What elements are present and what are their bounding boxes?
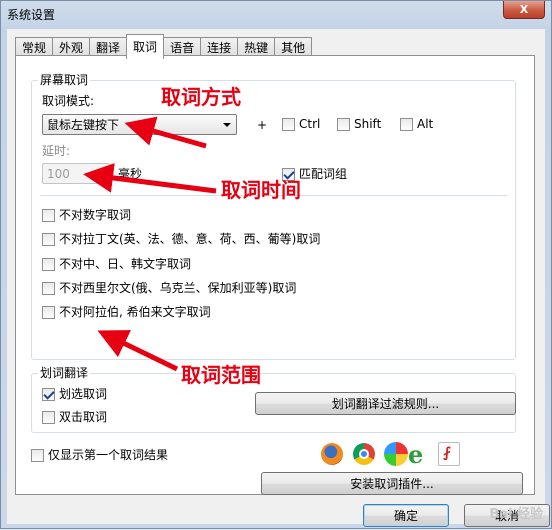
- exclude-cjk-box[interactable]: [42, 257, 55, 271]
- annotation-capture-mode: 取词方式: [161, 85, 241, 109]
- ctrl-checkbox-box[interactable]: [282, 117, 295, 131]
- chrome-icon: [353, 443, 375, 465]
- ctrl-label: Ctrl: [299, 117, 321, 131]
- first-result-only-label: 仅显示第一个取词结果: [48, 448, 169, 462]
- double-click-label: 双击取词: [59, 410, 108, 424]
- exclude-arabic-box[interactable]: [42, 305, 55, 319]
- exclude-latin-label: 不对拉丁文(英、法、德、意、荷、西、葡等)取词: [59, 232, 321, 246]
- annotation-capture-time: 取词时间: [221, 178, 301, 202]
- plus-sign: +: [257, 118, 268, 132]
- window-title: 系统设置: [7, 8, 56, 22]
- delay-unit: 毫秒: [118, 167, 143, 181]
- selection-translate-group-title: 划词翻译: [38, 366, 91, 380]
- first-result-only-box[interactable]: [31, 448, 44, 462]
- exclude-arabic-checkbox[interactable]: 不对阿拉伯, 希伯来文字取词: [42, 305, 211, 319]
- exclude-digits-label: 不对数字取词: [59, 208, 132, 222]
- exclude-digits-checkbox[interactable]: 不对数字取词: [42, 208, 131, 222]
- chevron-down-icon: [223, 123, 231, 127]
- double-click-checkbox[interactable]: 双击取词: [42, 410, 107, 424]
- shift-checkbox[interactable]: Shift: [337, 117, 381, 131]
- capture-tab-panel: 屏幕取词 取词模式: 鼠标左键按下 + Ctrl Shift Alt 延时: 1…: [15, 55, 535, 495]
- tab-bar: 常规 外观 翻译 取词 语音 连接 热键 其他: [15, 34, 313, 59]
- alt-checkbox-box[interactable]: [400, 117, 413, 131]
- first-result-only-checkbox[interactable]: 仅显示第一个取词结果: [31, 448, 168, 462]
- filter-rules-button[interactable]: 划词翻译过滤规则...: [255, 392, 516, 415]
- capture-mode-select[interactable]: 鼠标左键按下: [42, 114, 237, 135]
- title-bar: 系统设置 X: [1, 1, 551, 27]
- select-capture-box[interactable]: [42, 387, 55, 401]
- exclude-latin-checkbox[interactable]: 不对拉丁文(英、法、德、意、荷、西、葡等)取词: [42, 232, 320, 246]
- screen-capture-group: 屏幕取词 取词模式: 鼠标左键按下 + Ctrl Shift Alt 延时: 1…: [31, 73, 516, 360]
- alt-label: Alt: [417, 117, 434, 131]
- annotation-capture-range: 取词范围: [181, 363, 261, 387]
- shift-checkbox-box[interactable]: [337, 117, 350, 131]
- delay-label: 延时:: [42, 144, 71, 158]
- settings-window: 系统设置 X 常规 外观 翻译 取词 语音 连接 热键 其他 屏幕取词 取词模式…: [0, 0, 552, 529]
- exclude-cyrillic-checkbox[interactable]: 不对西里尔文(俄、乌克兰、保加利亚等)取词: [42, 281, 296, 295]
- ctrl-checkbox[interactable]: Ctrl: [282, 117, 320, 131]
- selection-translate-group: 划词翻译 划选取词 双击取词 划词翻译过滤规则...: [31, 366, 516, 433]
- exclude-cyrillic-label: 不对西里尔文(俄、乌克兰、保加利亚等)取词: [59, 281, 297, 295]
- delay-value: 100: [47, 167, 70, 181]
- shift-label: Shift: [354, 117, 382, 131]
- match-group-label: 匹配词组: [299, 167, 348, 181]
- capture-mode-value: 鼠标左键按下: [47, 118, 120, 132]
- exclude-cjk-checkbox[interactable]: 不对中、日、韩文字取词: [42, 257, 191, 271]
- pdf-icon: ⨏: [438, 442, 460, 466]
- select-capture-label: 划选取词: [59, 387, 108, 401]
- install-plugin-button[interactable]: 安装取词插件...: [261, 472, 523, 495]
- close-icon: X: [519, 3, 529, 16]
- ok-button[interactable]: 确定: [363, 504, 449, 527]
- exclude-latin-box[interactable]: [42, 232, 55, 246]
- double-click-box[interactable]: [42, 410, 55, 424]
- tab-capture[interactable]: 取词: [126, 34, 165, 59]
- exclude-cjk-label: 不对中、日、韩文字取词: [59, 257, 192, 271]
- chrome-icon-center: [359, 449, 369, 459]
- chevron-down-icon: [96, 172, 104, 176]
- ie-icon: e: [408, 440, 432, 469]
- exclude-digits-box[interactable]: [42, 208, 55, 222]
- screen-capture-group-title: 屏幕取词: [38, 73, 91, 87]
- capture-mode-label: 取词模式:: [42, 94, 95, 108]
- ie-alt-icon: [384, 442, 408, 466]
- client-area: 常规 外观 翻译 取词 语音 连接 热键 其他 屏幕取词 取词模式: 鼠标左键按…: [7, 29, 550, 527]
- alt-checkbox[interactable]: Alt: [400, 117, 433, 131]
- firefox-icon: [321, 443, 343, 465]
- exclude-arabic-label: 不对阿拉伯, 希伯来文字取词: [59, 305, 211, 319]
- delay-select[interactable]: 100: [42, 163, 110, 184]
- watermark: Bai 经验: [489, 507, 543, 522]
- exclude-cyrillic-box[interactable]: [42, 281, 55, 295]
- select-capture-checkbox[interactable]: 划选取词: [42, 387, 107, 401]
- close-button[interactable]: X: [503, 1, 545, 19]
